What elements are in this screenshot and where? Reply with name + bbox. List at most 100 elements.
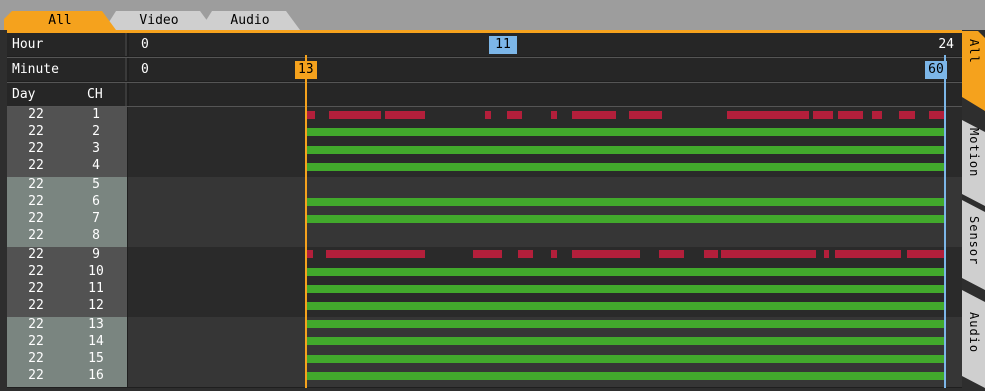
continuous-recording-bar[interactable] — [305, 354, 945, 363]
event-recording-bar[interactable] — [659, 250, 684, 259]
side-tab-all-label: All — [967, 39, 981, 64]
event-recording-bar[interactable] — [871, 111, 883, 119]
event-recording-bar[interactable] — [572, 111, 616, 119]
day-cell: 22 — [28, 228, 44, 243]
side-tab-all[interactable]: All — [962, 31, 985, 111]
event-recording-bar[interactable] — [326, 250, 426, 259]
event-recording-bar[interactable] — [328, 111, 381, 119]
continuous-recording-bar[interactable] — [305, 337, 945, 346]
hour-start: 0 — [141, 37, 149, 52]
ch-cell[interactable]: 4 — [65, 159, 127, 172]
channel-band — [128, 177, 962, 247]
event-recording-bar[interactable] — [572, 250, 641, 259]
ch-cell[interactable]: 16 — [65, 369, 127, 382]
tab-all-label: All — [48, 13, 72, 28]
event-recording-bar[interactable] — [727, 111, 809, 119]
columns-track — [129, 83, 962, 106]
ch-cell[interactable]: 9 — [65, 248, 127, 261]
side-tab-sensor[interactable]: Sensor — [962, 200, 985, 290]
current-minute-line[interactable] — [304, 55, 307, 388]
event-recording-bar[interactable] — [473, 250, 502, 259]
ch-cell[interactable]: 14 — [65, 335, 127, 348]
event-recording-bar[interactable] — [485, 111, 491, 119]
continuous-recording-bar[interactable] — [305, 128, 945, 137]
side-tab-motion-label: Motion — [967, 128, 981, 178]
day-cell: 22 — [28, 177, 44, 192]
event-recording-bar[interactable] — [305, 250, 313, 259]
ch-cell[interactable]: 1 — [65, 108, 127, 121]
event-recording-bar[interactable] — [928, 111, 945, 119]
day-cell: 22 — [28, 158, 44, 173]
continuous-recording-bar[interactable] — [305, 372, 945, 380]
day-cell: 22 — [28, 317, 44, 332]
event-recording-bar[interactable] — [906, 250, 945, 259]
hour-track[interactable]: 0 24 — [129, 33, 962, 56]
day-cell: 22 — [28, 298, 44, 313]
event-recording-bar[interactable] — [898, 111, 916, 119]
event-recording-bar[interactable] — [813, 111, 834, 119]
day-header: Day — [12, 87, 36, 102]
ch-cell[interactable]: 11 — [65, 282, 127, 295]
ch-cell[interactable]: 12 — [65, 299, 127, 312]
event-recording-bar[interactable] — [550, 250, 558, 259]
hour-label: Hour — [7, 33, 127, 56]
continuous-recording-bar[interactable] — [305, 267, 945, 276]
day-cell: 22 — [28, 368, 44, 383]
minute-start: 0 — [141, 62, 149, 77]
tab-video-label: Video — [139, 13, 179, 28]
tab-all[interactable]: All — [4, 11, 116, 30]
ch-cell[interactable]: 3 — [65, 142, 127, 155]
side-tab-audio-label: Audio — [967, 312, 981, 354]
continuous-recording-bar[interactable] — [305, 215, 945, 224]
ch-cell[interactable]: 8 — [65, 229, 127, 242]
hour-marker[interactable]: 11 — [489, 36, 517, 54]
minute-label: Minute — [7, 58, 127, 81]
event-recording-bar[interactable] — [837, 111, 864, 119]
ch-cell[interactable]: 2 — [65, 125, 127, 138]
hour-end: 24 — [938, 37, 954, 52]
continuous-recording-bar[interactable] — [305, 145, 945, 154]
minute-track[interactable]: 0 — [129, 58, 962, 81]
ch-header: CH — [87, 87, 103, 102]
tab-audio[interactable]: Audio — [200, 11, 300, 30]
ch-cell[interactable]: 15 — [65, 352, 127, 365]
side-tab-sensor-label: Sensor — [967, 216, 981, 266]
channel-group: 22 13 22 14 22 15 22 16 — [7, 317, 127, 387]
ch-cell[interactable]: 10 — [65, 265, 127, 278]
channel-group: 22 5 22 6 22 7 22 8 — [7, 177, 127, 247]
columns-row: Day CH — [7, 83, 962, 107]
event-recording-bar[interactable] — [305, 111, 316, 119]
event-recording-bar[interactable] — [517, 250, 533, 259]
event-recording-bar[interactable] — [834, 250, 902, 259]
channel-list: 22 1 22 2 22 3 22 4 22 5 22 6 22 7 22 8 … — [7, 107, 127, 387]
tab-video[interactable]: Video — [104, 11, 214, 30]
tab-audio-label: Audio — [230, 13, 270, 28]
event-recording-bar[interactable] — [550, 111, 558, 119]
ch-cell[interactable]: 13 — [65, 318, 127, 331]
ch-cell[interactable]: 6 — [65, 195, 127, 208]
day-cell: 22 — [28, 351, 44, 366]
side-tab-audio[interactable]: Audio — [962, 290, 985, 388]
day-cell: 22 — [28, 107, 44, 122]
continuous-recording-bar[interactable] — [305, 319, 945, 328]
event-recording-bar[interactable] — [704, 250, 718, 259]
ch-cell[interactable]: 5 — [65, 178, 127, 191]
continuous-recording-bar[interactable] — [305, 302, 945, 311]
event-recording-bar[interactable] — [384, 111, 426, 119]
continuous-recording-bar[interactable] — [305, 285, 945, 293]
event-recording-bar[interactable] — [629, 111, 663, 119]
minute-row: Minute 0 — [7, 58, 962, 82]
event-recording-bar[interactable] — [507, 111, 523, 119]
day-cell: 22 — [28, 211, 44, 226]
event-recording-bar[interactable] — [720, 250, 816, 259]
day-cell: 22 — [28, 194, 44, 209]
ch-cell[interactable]: 7 — [65, 212, 127, 225]
continuous-recording-bar[interactable] — [305, 163, 945, 172]
day-cell: 22 — [28, 334, 44, 349]
continuous-recording-bar[interactable] — [305, 198, 945, 206]
day-cell: 22 — [28, 247, 44, 262]
day-cell: 22 — [28, 124, 44, 139]
day-cell: 22 — [28, 281, 44, 296]
side-tab-motion[interactable]: Motion — [962, 120, 985, 206]
event-recording-bar[interactable] — [823, 250, 830, 259]
